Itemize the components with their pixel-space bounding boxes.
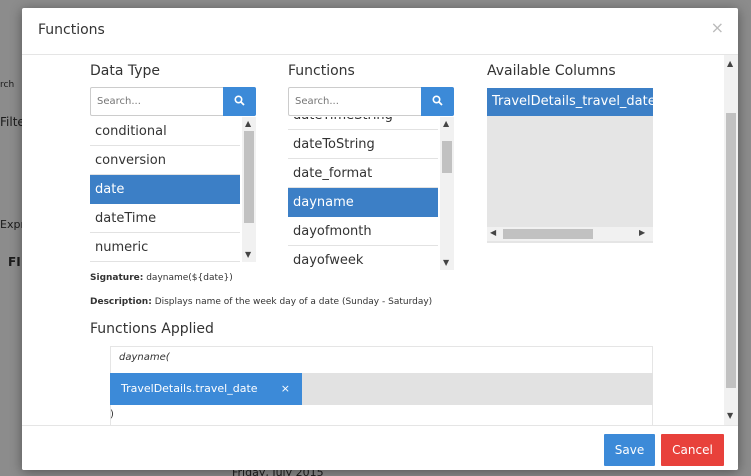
function-item-dayofweek[interactable]: dayofweek (288, 246, 438, 270)
data-type-search-button[interactable] (223, 87, 256, 116)
description: Description: Displays name of the week d… (90, 297, 432, 307)
data-type-item-date[interactable]: date (90, 175, 240, 204)
available-columns-hscrollbar[interactable]: ◀ ▶ (487, 227, 653, 241)
modal-header: Functions × (22, 8, 738, 55)
scroll-up-icon[interactable]: ▲ (443, 119, 449, 128)
remove-argument-icon[interactable]: × (281, 373, 290, 405)
description-value: Displays name of the week day of a date … (154, 297, 433, 307)
modal-body: Data Type conditional conversion date da… (22, 55, 738, 425)
description-label: Description: (90, 297, 152, 307)
data-type-search (90, 87, 256, 116)
function-item-datetimestring[interactable]: dateTimeString (288, 117, 438, 130)
functions-label: Functions (288, 63, 355, 79)
argument-drop-zone[interactable]: TravelDetails.travel_date × (110, 373, 653, 405)
function-item-dayofmonth[interactable]: dayofmonth (288, 217, 438, 246)
close-icon[interactable]: × (711, 18, 724, 37)
functions-scrollbar[interactable]: ▲ ▼ (440, 117, 454, 270)
data-type-search-input[interactable] (91, 88, 221, 115)
argument-chip-label: TravelDetails.travel_date (121, 382, 258, 395)
function-item-dayname[interactable]: dayname (288, 188, 438, 217)
data-type-item-conversion[interactable]: conversion (90, 146, 240, 175)
available-columns-list: TravelDetails_travel_date (487, 88, 653, 243)
search-icon (432, 95, 443, 106)
function-item-date-format[interactable]: date_format (288, 159, 438, 188)
modal-body-scrollbar[interactable]: ▲ ▼ (724, 55, 738, 425)
functions-applied-label: Functions Applied (90, 321, 214, 337)
scroll-up-icon[interactable]: ▲ (245, 119, 251, 128)
function-item-datetostring[interactable]: dateToString (288, 130, 438, 159)
data-type-list: conditional conversion date dateTime num… (90, 117, 256, 262)
scroll-down-icon[interactable]: ▼ (245, 250, 251, 259)
data-type-item-numeric[interactable]: numeric (90, 233, 240, 262)
scroll-down-icon[interactable]: ▼ (727, 411, 733, 420)
available-column-item[interactable]: TravelDetails_travel_date (487, 88, 653, 116)
data-type-item-datetime[interactable]: dateTime (90, 204, 240, 233)
argument-chip[interactable]: TravelDetails.travel_date × (110, 373, 302, 405)
scroll-thumb[interactable] (244, 131, 254, 223)
data-type-scrollbar[interactable]: ▲ ▼ (242, 117, 256, 262)
scroll-thumb[interactable] (442, 141, 452, 173)
signature: Signature: dayname(${date}) (90, 273, 233, 283)
scroll-thumb[interactable] (726, 113, 736, 388)
signature-value: dayname(${date}) (146, 273, 233, 283)
functions-search (288, 87, 454, 116)
function-open: dayname( (119, 352, 170, 363)
scroll-left-icon[interactable]: ◀ (490, 228, 496, 237)
save-button[interactable]: Save (604, 434, 655, 466)
data-type-label: Data Type (90, 63, 161, 79)
functions-modal: Functions × Data Type conditional conver… (22, 8, 738, 470)
cancel-button[interactable]: Cancel (661, 434, 724, 466)
signature-label: Signature: (90, 273, 144, 283)
scroll-thumb[interactable] (503, 229, 593, 239)
modal-footer: Save Cancel (22, 425, 738, 470)
data-type-item-conditional[interactable]: conditional (90, 117, 240, 146)
search-icon (234, 95, 245, 106)
function-close: ) (110, 409, 114, 420)
functions-list: dateTimeString dateToString date_format … (288, 117, 454, 270)
scroll-down-icon[interactable]: ▼ (443, 258, 449, 267)
modal-title: Functions (38, 22, 105, 38)
functions-search-input[interactable] (289, 88, 419, 115)
available-columns-label: Available Columns (487, 63, 616, 79)
scroll-up-icon[interactable]: ▲ (727, 59, 733, 68)
functions-search-button[interactable] (421, 87, 454, 116)
scroll-right-icon[interactable]: ▶ (639, 228, 645, 237)
